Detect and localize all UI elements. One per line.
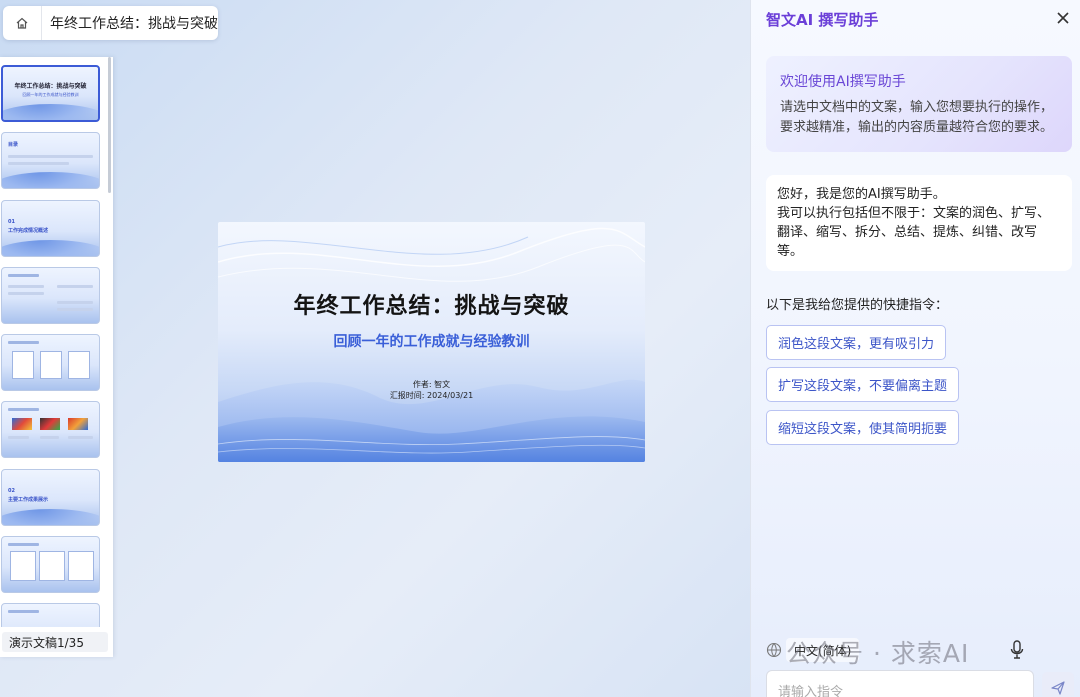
thumb-card — [10, 551, 36, 581]
thumb-subtitle: 回顾一年的工作成就与经验教训 — [22, 92, 79, 97]
thumb-text-line — [8, 341, 39, 344]
document-title-bar: 年终工作总结：挑战与突破 — [3, 6, 218, 40]
thumb-text-line — [8, 408, 39, 411]
thumb-wave — [2, 509, 99, 525]
quick-command-polish[interactable]: 润色这段文案，更有吸引力 — [766, 325, 947, 360]
slide-thumbnail-panel: 年终工作总结：挑战与突破 回顾一年的工作成就与经验教训 目录 01 工作完成情况… — [0, 57, 113, 657]
thumb-text-line — [40, 436, 59, 439]
assistant-capabilities: 我可以执行包括但不限于：文案的润色、扩写、翻译、缩写、拆分、总结、提炼、纠错、改… — [777, 206, 1051, 259]
thumb-section-number: 02 — [8, 488, 15, 494]
quick-command-expand[interactable]: 扩写这段文案，不要偏离主题 — [766, 367, 960, 402]
slide-thumbnail-8[interactable] — [1, 536, 100, 593]
thumb-text-line — [57, 285, 93, 288]
thumb-text-line — [57, 301, 93, 304]
thumb-heading: 目录 — [8, 142, 19, 148]
thumb-section-number: 01 — [8, 219, 15, 225]
thumb-card — [68, 351, 90, 379]
thumb-image — [12, 418, 32, 430]
thumb-section-title: 主要工作成果展示 — [8, 497, 49, 503]
thumb-text-line — [68, 436, 93, 439]
slide-author: 作者: 智文 — [412, 380, 451, 389]
thumb-text-line — [8, 274, 39, 277]
ai-panel-header: 智文AI 撰写助手 — [751, 0, 1080, 38]
slide-date: 汇报时间: 2024/03/21 — [389, 391, 474, 400]
instruction-input[interactable]: 请输入指令 — [766, 670, 1034, 697]
thumb-card — [68, 551, 94, 581]
microphone-icon[interactable] — [1009, 640, 1025, 660]
watermark: 公众号 · 求索AI — [786, 639, 970, 668]
quick-commands-label: 以下是我给您提供的快捷指令： — [766, 298, 949, 313]
thumb-card — [39, 551, 65, 581]
slide-thumbnail-1[interactable]: 年终工作总结：挑战与突破 回顾一年的工作成就与经验教训 — [1, 65, 100, 122]
slide-counter: 演示文稿1/35 — [2, 632, 108, 652]
ai-panel-title: 智文AI 撰写助手 — [766, 10, 879, 29]
thumb-text-line — [8, 436, 29, 439]
current-slide[interactable]: 年终工作总结：挑战与突破 回顾一年的工作成就与经验教训 作者: 智文 汇报时间:… — [218, 222, 645, 462]
slide-thumbnail-5[interactable] — [1, 334, 100, 391]
close-icon[interactable] — [1055, 10, 1071, 26]
slide-thumbnail-7[interactable]: 02 主要工作成果展示 — [1, 469, 100, 526]
welcome-title: 欢迎使用AI撰写助手 — [780, 74, 906, 90]
thumb-text-line — [57, 308, 93, 311]
thumbnail-scrollbar[interactable] — [108, 57, 111, 193]
slide-thumbnail-3[interactable]: 01 工作完成情况概述 — [1, 200, 100, 257]
ai-assistant-panel: 智文AI 撰写助手 欢迎使用AI撰写助手 请选中文档中的文案，输入您想要执行的操… — [750, 0, 1080, 697]
thumb-wave — [2, 240, 99, 256]
thumb-text-line — [8, 162, 69, 165]
send-button[interactable] — [1042, 672, 1074, 697]
home-icon — [16, 17, 28, 29]
thumb-wave — [3, 104, 98, 120]
send-icon — [1051, 681, 1065, 695]
thumb-text-line — [8, 155, 93, 158]
thumb-text-line — [8, 610, 39, 613]
assistant-greeting: 您好，我是您的AI撰写助手。 — [777, 187, 946, 202]
slide-thumbnail-2[interactable]: 目录 — [1, 132, 100, 189]
thumb-image — [40, 418, 60, 430]
thumb-image — [68, 418, 88, 430]
document-title: 年终工作总结：挑战与突破 — [50, 16, 218, 32]
welcome-text: 请选中文档中的文案，输入您想要执行的操作，要求越精准，输出的内容质量越符合您的要… — [780, 100, 1054, 135]
slide-thumbnail-4[interactable] — [1, 267, 100, 324]
thumbnail-list: 年终工作总结：挑战与突破 回顾一年的工作成就与经验教训 目录 01 工作完成情况… — [0, 57, 105, 627]
slide-title: 年终工作总结：挑战与突破 — [293, 294, 570, 319]
quick-command-shorten[interactable]: 缩短这段文案，使其简明扼要 — [766, 410, 960, 445]
thumb-wave — [2, 172, 99, 188]
thumb-text-line — [8, 543, 39, 546]
instruction-placeholder: 请输入指令 — [778, 685, 844, 697]
thumb-card — [12, 351, 34, 379]
slide-thumbnail-9[interactable] — [1, 603, 100, 627]
thumb-title: 年终工作总结：挑战与突破 — [14, 83, 87, 90]
thumb-section-title: 工作完成情况概述 — [8, 228, 49, 234]
thumb-card — [40, 351, 62, 379]
welcome-card: 欢迎使用AI撰写助手 请选中文档中的文案，输入您想要执行的操作，要求越精准，输出… — [766, 56, 1072, 152]
slide-subtitle: 回顾一年的工作成就与经验教训 — [333, 334, 530, 350]
home-button[interactable] — [3, 6, 42, 40]
thumb-text-line — [8, 292, 44, 295]
assistant-message: 您好，我是您的AI撰写助手。 我可以执行包括但不限于：文案的润色、扩写、翻译、缩… — [766, 175, 1072, 271]
globe-icon — [766, 642, 782, 658]
slide-thumbnail-6[interactable] — [1, 401, 100, 458]
thumb-text-line — [8, 285, 44, 288]
